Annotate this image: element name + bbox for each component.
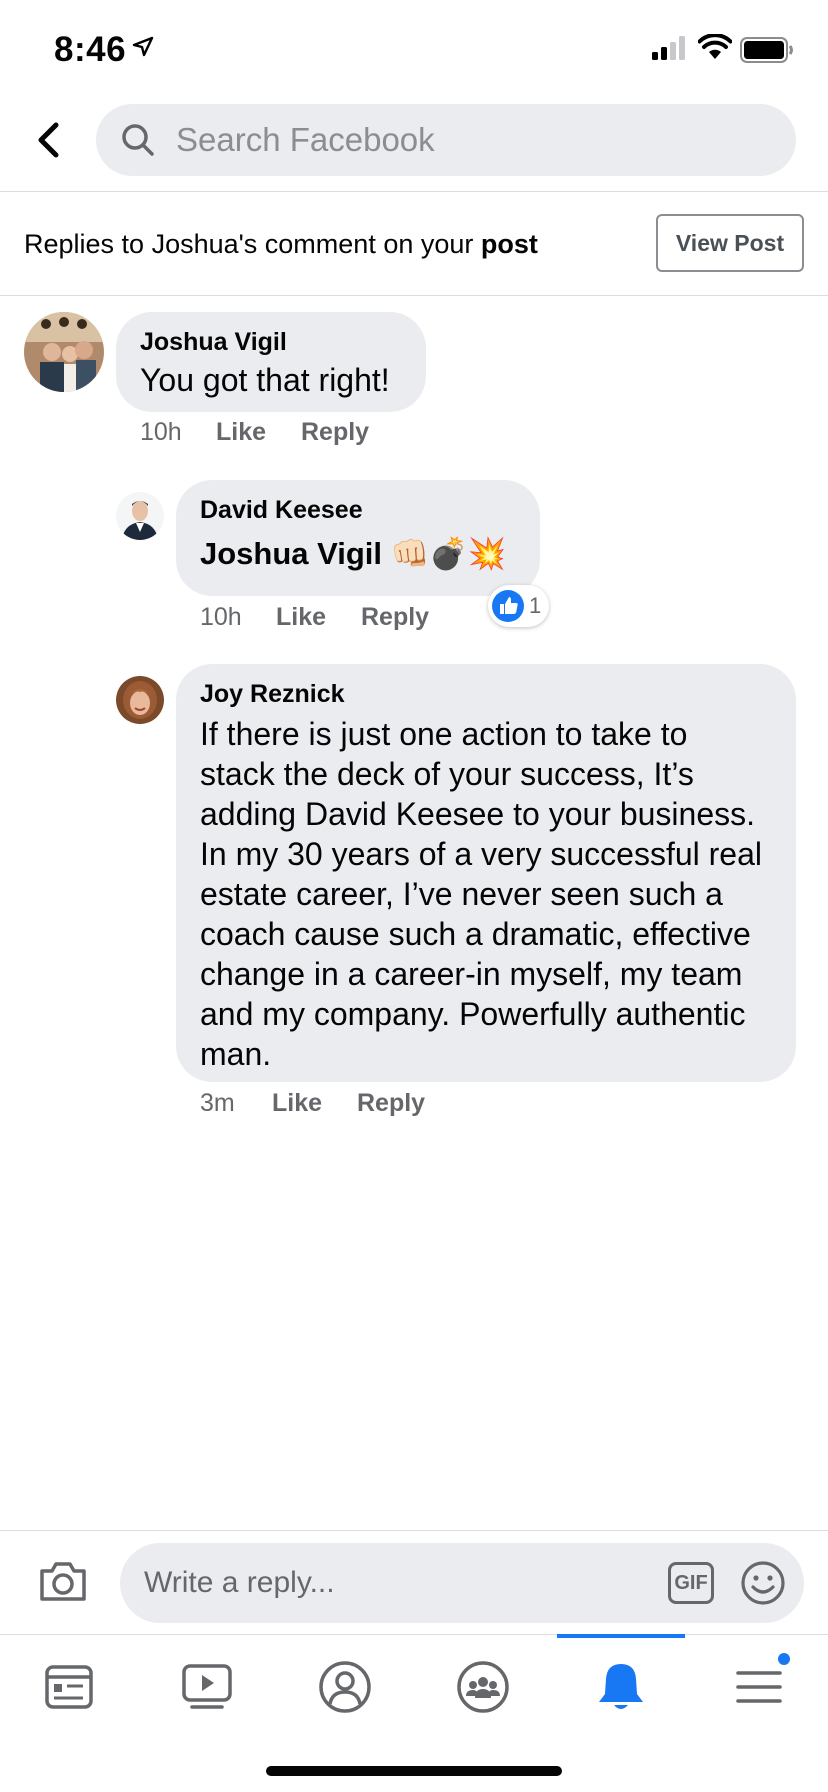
comment-time: 10h xyxy=(140,418,182,446)
location-arrow-icon xyxy=(132,36,154,57)
search-input[interactable] xyxy=(176,104,756,176)
replies-banner: Replies to Joshua's comment on your post… xyxy=(0,193,828,296)
battery-icon xyxy=(740,37,793,63)
back-button[interactable] xyxy=(28,118,68,162)
comment-text-line: If there is just one action to take to xyxy=(200,716,688,752)
comment-bubble[interactable]: Joshua Vigil You got that right! xyxy=(116,312,426,412)
reply-input[interactable] xyxy=(144,1543,664,1623)
comment-time: 10h xyxy=(200,603,242,631)
comment-text: If there is just one action to take to s… xyxy=(200,714,784,1074)
menu-icon xyxy=(736,1671,782,1703)
reply-button[interactable]: Reply xyxy=(301,418,369,447)
home-indicator xyxy=(266,1766,562,1776)
avatar[interactable] xyxy=(116,676,164,724)
tab-watch[interactable] xyxy=(138,1635,276,1739)
like-button[interactable]: Like xyxy=(272,1089,322,1118)
view-post-button[interactable]: View Post xyxy=(656,214,804,272)
reply-button[interactable]: Reply xyxy=(357,1089,425,1118)
banner-post-link[interactable]: post xyxy=(481,229,538,259)
like-button[interactable]: Like xyxy=(216,418,266,447)
tab-profile[interactable] xyxy=(276,1635,414,1739)
avatar[interactable] xyxy=(116,492,164,540)
comment-bubble[interactable]: Joy Reznick If there is just one action … xyxy=(176,664,796,1082)
emoji-icon[interactable] xyxy=(740,1560,786,1606)
wifi-icon xyxy=(698,34,732,59)
comment-author[interactable]: David Keesee xyxy=(200,496,363,525)
gif-button[interactable]: GIF xyxy=(668,1562,714,1604)
search-header xyxy=(0,100,828,192)
camera-icon[interactable] xyxy=(38,1559,88,1603)
notification-dot xyxy=(776,1651,792,1667)
reply-box[interactable]: GIF xyxy=(120,1543,804,1623)
like-reaction-icon xyxy=(492,590,524,622)
reaction-count: 1 xyxy=(529,593,542,618)
comment-text-line: In my 30 years of a very successful real xyxy=(200,836,762,872)
comment-time: 3m xyxy=(200,1089,235,1117)
chevron-left-icon xyxy=(38,122,59,158)
comment-text: Joshua Vigil 👊🏻💣💥 xyxy=(200,536,507,571)
tab-menu[interactable] xyxy=(690,1635,828,1739)
reply-composer: GIF xyxy=(0,1530,828,1633)
reaction-badge[interactable]: 1 xyxy=(488,585,550,627)
comment-text-line: man. xyxy=(200,1036,272,1072)
comment-text-line: and my company. Powerfully authentic xyxy=(200,996,746,1032)
comment-text-line: stack the deck of your success, It’s xyxy=(200,756,694,792)
like-button[interactable]: Like xyxy=(276,603,326,632)
comment-bubble[interactable]: David Keesee Joshua Vigil 👊🏻💣💥 xyxy=(176,480,540,596)
bell-icon xyxy=(599,1664,643,1709)
status-bar: 8:46 xyxy=(0,0,828,100)
reply-button[interactable]: Reply xyxy=(361,603,429,632)
avatar[interactable] xyxy=(24,312,104,392)
tab-notifications[interactable] xyxy=(552,1634,690,1739)
comment-text-line: change in a career-in myself, my team xyxy=(200,956,743,992)
comment-author[interactable]: Joy Reznick xyxy=(200,680,345,709)
search-icon xyxy=(122,124,154,156)
tab-news-feed[interactable] xyxy=(0,1635,138,1739)
banner-text: Replies to Joshua's comment on your post xyxy=(24,229,538,260)
banner-prefix: Replies to Joshua's comment on your xyxy=(24,229,481,259)
clock: 8:46 xyxy=(54,30,127,69)
search-bar[interactable] xyxy=(96,104,796,176)
comment-text-line: adding David Keesee to your business. xyxy=(200,796,756,832)
groups-icon xyxy=(457,1661,509,1713)
comment-text-line: estate career, I’ve never seen such a xyxy=(200,876,723,912)
profile-icon xyxy=(319,1661,371,1713)
video-icon xyxy=(182,1664,232,1709)
tab-groups[interactable] xyxy=(414,1635,552,1739)
cell-signal-icon xyxy=(652,36,685,60)
comment-text-line: coach cause such a dramatic, effective xyxy=(200,916,751,952)
news-feed-icon xyxy=(45,1665,93,1709)
comment-text: You got that right! xyxy=(140,362,390,398)
comment-author[interactable]: Joshua Vigil xyxy=(140,328,287,357)
